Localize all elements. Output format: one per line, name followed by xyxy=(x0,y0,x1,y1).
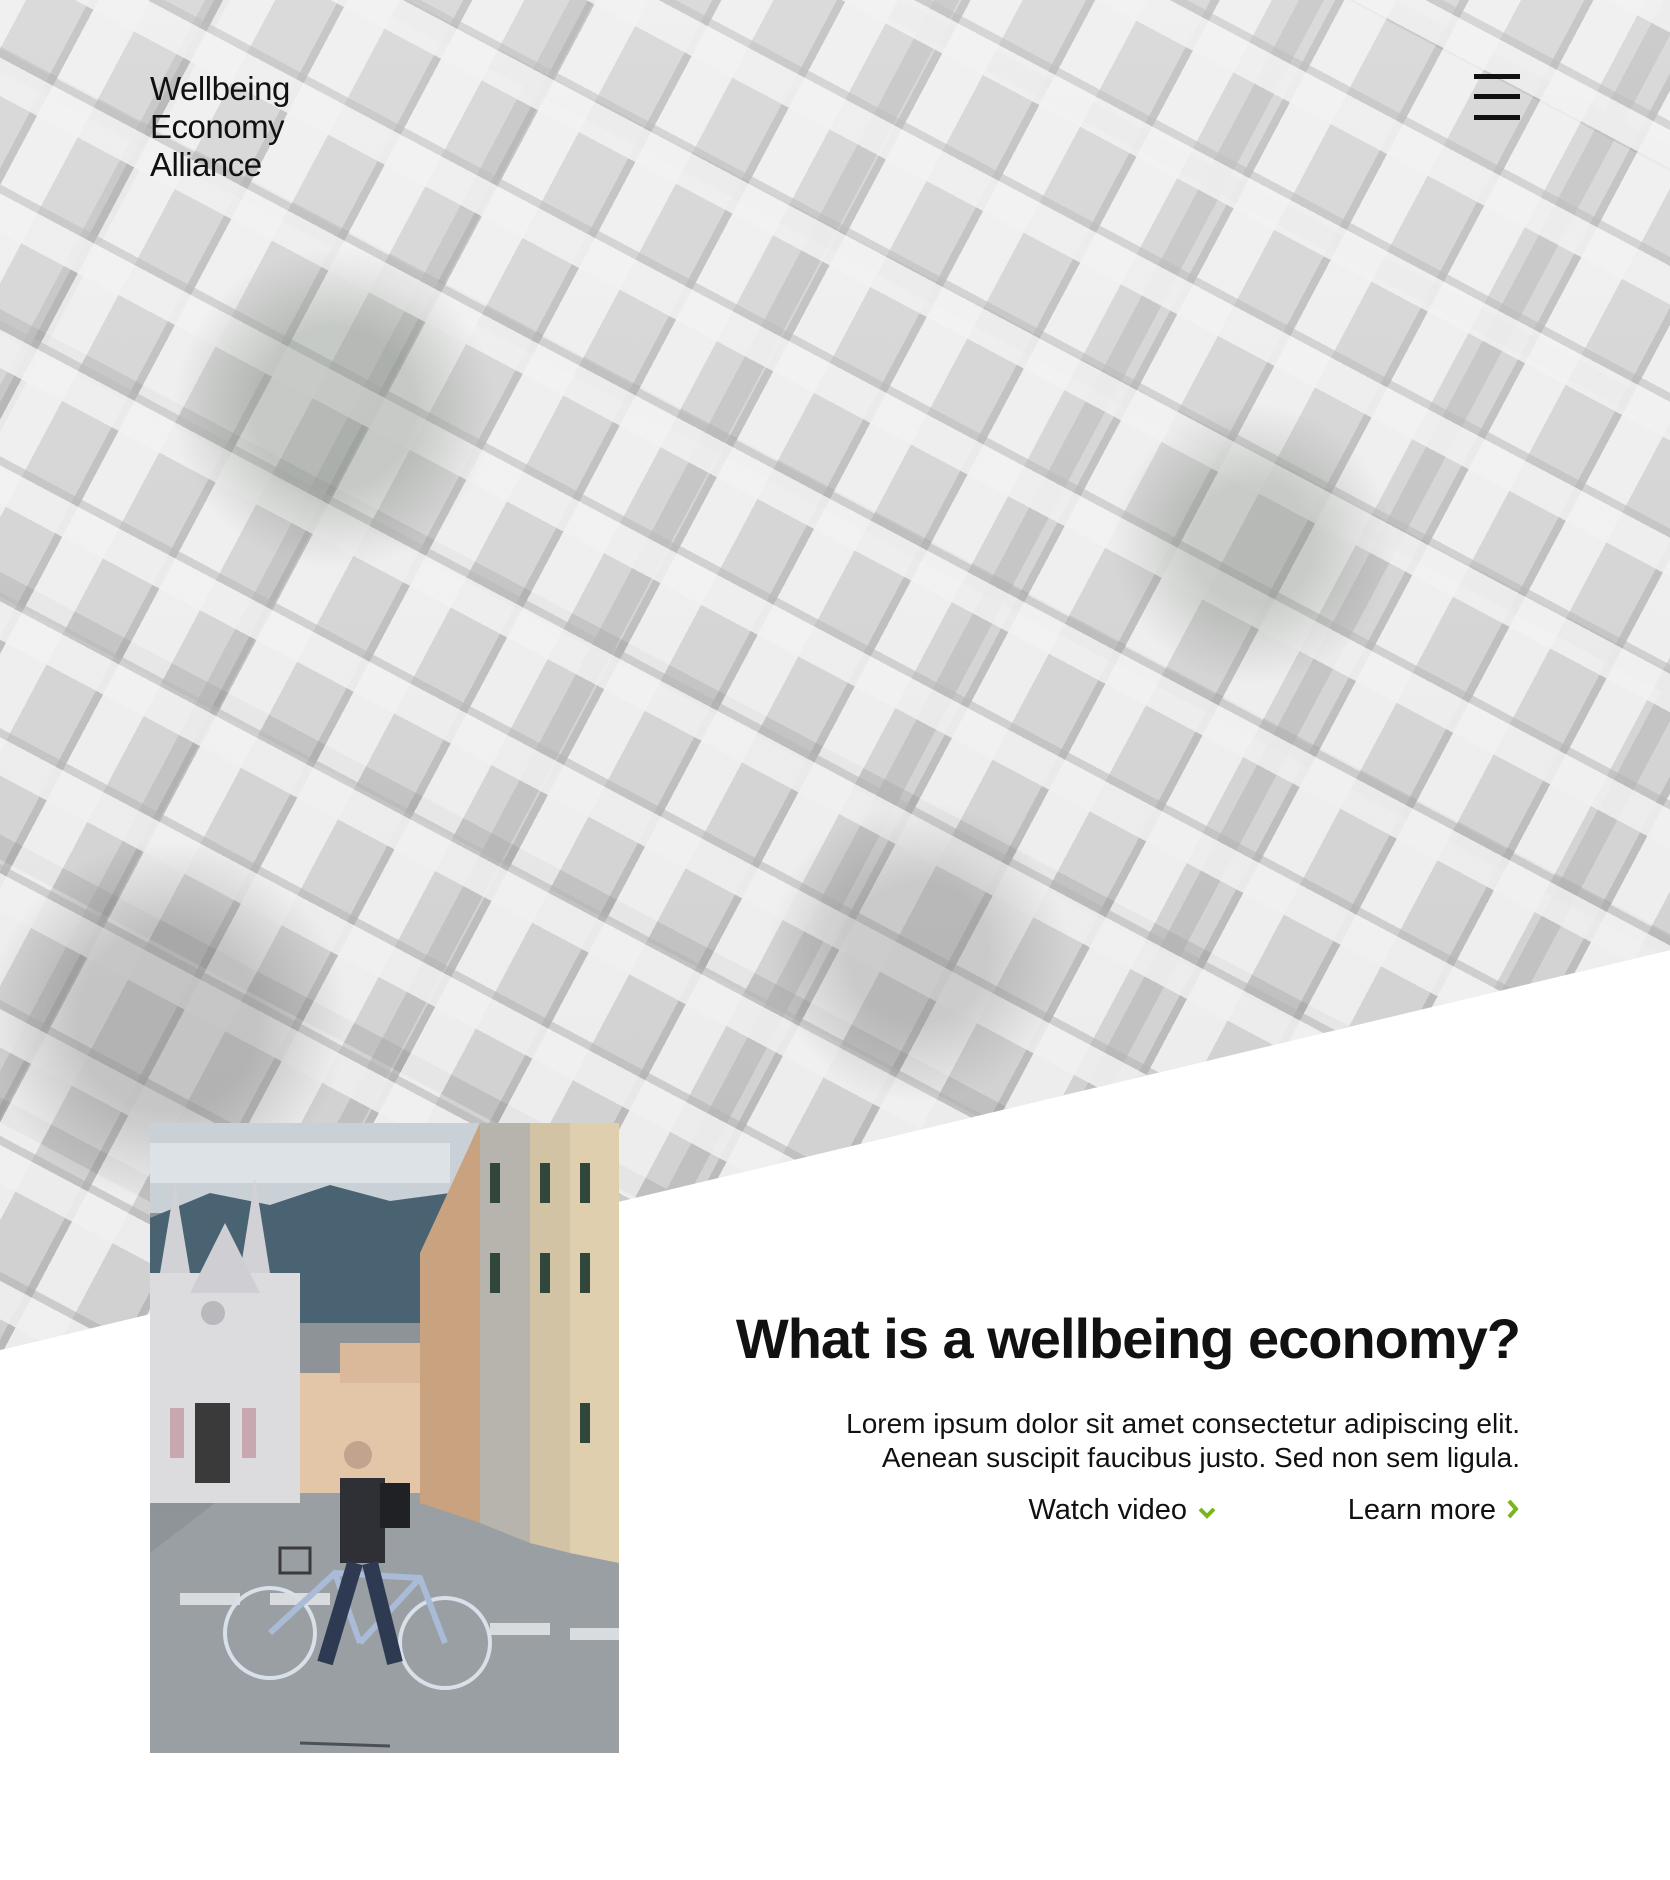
section-actions: Watch video Learn more xyxy=(700,1490,1520,1530)
menu-bar-bottom xyxy=(1474,115,1520,120)
body-line-1: Lorem ipsum dolor sit amet consectetur a… xyxy=(846,1408,1520,1439)
chevron-right-icon xyxy=(1506,1491,1520,1531)
chevron-down-icon xyxy=(1197,1491,1217,1531)
menu-bar-top xyxy=(1474,74,1520,79)
site-logo[interactable]: Wellbeing Economy Alliance xyxy=(150,70,290,184)
section-heading: What is a wellbeing economy? xyxy=(735,1307,1521,1370)
learn-more-label: Learn more xyxy=(1347,1494,1496,1526)
section-body: Lorem ipsum dolor sit amet consectetur a… xyxy=(700,1407,1520,1475)
intro-section: What is a wellbeing economy? Lorem ipsum… xyxy=(700,1305,1521,1526)
logo-line-3: Alliance xyxy=(150,146,262,183)
learn-more-link[interactable]: Learn more xyxy=(1348,1490,1520,1531)
street-photo xyxy=(150,1123,619,1753)
watch-video-label: Watch video xyxy=(1028,1494,1188,1526)
body-line-2: Aenean suscipit faucibus justo. Sed non … xyxy=(881,1442,1520,1473)
street-photo-illustration xyxy=(150,1123,619,1753)
logo-line-2: Economy xyxy=(150,108,285,145)
menu-bar-middle xyxy=(1474,94,1520,99)
watch-video-link[interactable]: Watch video xyxy=(1029,1490,1218,1531)
menu-button[interactable] xyxy=(1474,74,1520,120)
page: Wellbeing Economy Alliance What is a wel… xyxy=(0,0,1670,1880)
logo-line-1: Wellbeing xyxy=(150,70,290,107)
